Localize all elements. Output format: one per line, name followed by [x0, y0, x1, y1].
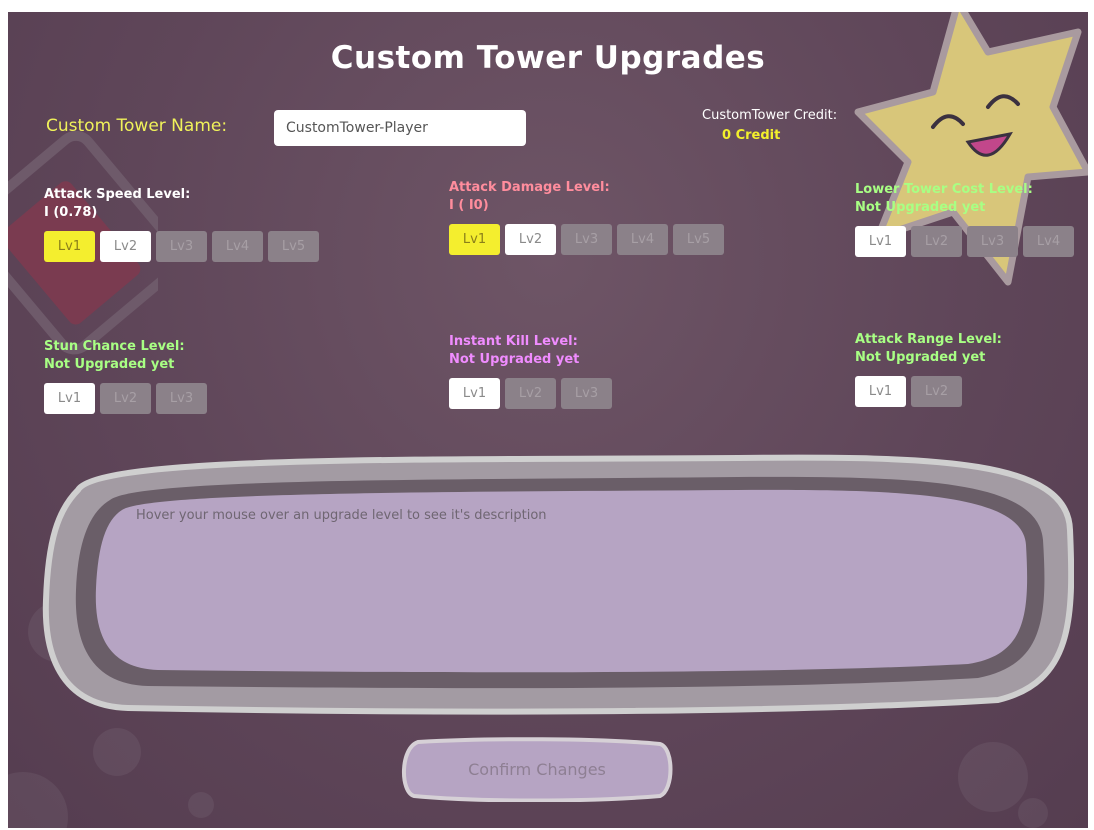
upgrade-title: Attack Damage Level:: [449, 180, 610, 195]
upgrade-value: Not Upgraded yet: [855, 200, 986, 215]
upgrade-value: I (0.78): [44, 205, 98, 220]
bubble-decoration: [8, 772, 68, 828]
upgrade-screen: Custom Tower Upgrades Custom Tower Name:…: [8, 12, 1088, 828]
upgrade-value: Not Upgraded yet: [449, 352, 580, 367]
level-buttons: Lv1 Lv2 Lv3 Lv4 Lv5: [449, 224, 724, 255]
upgrade-attack-damage: Attack Damage Level: I ( I0) Lv1 Lv2 Lv3 Lv…: [449, 180, 724, 255]
bubble-decoration: [1018, 798, 1048, 828]
level-button-2[interactable]: Lv2: [911, 226, 962, 257]
level-buttons: Lv1 Lv2 Lv3: [449, 378, 612, 409]
level-button-1[interactable]: Lv1: [855, 376, 906, 407]
bubble-decoration: [93, 728, 141, 776]
tower-name-label: Custom Tower Name:: [46, 116, 228, 136]
upgrade-attack-speed: Attack Speed Level: I (0.78) Lv1 Lv2 Lv3 Lv…: [44, 187, 319, 262]
level-button-3[interactable]: Lv3: [156, 231, 207, 262]
level-button-1[interactable]: Lv1: [44, 383, 95, 414]
page-title: Custom Tower Upgrades: [330, 40, 766, 76]
level-button-5[interactable]: Lv5: [268, 231, 319, 262]
description-panel: [42, 454, 1074, 715]
upgrade-lower-tower-cost: Lower Tower Cost Level: Not Upgraded yet…: [855, 182, 1074, 257]
level-button-3[interactable]: Lv3: [156, 383, 207, 414]
upgrade-value: Not Upgraded yet: [44, 357, 175, 372]
level-button-4[interactable]: Lv4: [617, 224, 668, 255]
bubble-decoration: [188, 792, 214, 818]
level-buttons: Lv1 Lv2 Lv3 Lv4 Lv5: [44, 231, 319, 262]
upgrade-stun-chance: Stun Chance Level: Not Upgraded yet Lv1 L…: [44, 339, 207, 414]
level-button-1[interactable]: Lv1: [449, 224, 500, 255]
level-buttons: Lv1 Lv2: [855, 376, 1002, 407]
level-button-3[interactable]: Lv3: [561, 378, 612, 409]
tower-name-input[interactable]: [274, 110, 526, 146]
level-button-1[interactable]: Lv1: [855, 226, 906, 257]
level-button-2[interactable]: Lv2: [505, 224, 556, 255]
upgrade-title: Attack Range Level:: [855, 332, 1002, 347]
credit-label: CustomTower Credit:: [702, 108, 838, 123]
level-button-3[interactable]: Lv3: [967, 226, 1018, 257]
level-button-2[interactable]: Lv2: [100, 383, 151, 414]
confirm-changes-button[interactable]: [398, 736, 676, 802]
level-button-2[interactable]: Lv2: [911, 376, 962, 407]
upgrade-title: Instant Kill Level:: [449, 334, 578, 349]
level-button-2[interactable]: Lv2: [100, 231, 151, 262]
level-button-3[interactable]: Lv3: [561, 224, 612, 255]
level-button-1[interactable]: Lv1: [449, 378, 500, 409]
upgrade-instant-kill: Instant Kill Level: Not Upgraded yet Lv1…: [449, 334, 612, 409]
level-button-4[interactable]: Lv4: [212, 231, 263, 262]
upgrade-value: Not Upgraded yet: [855, 350, 986, 365]
bubble-decoration: [958, 742, 1028, 812]
upgrade-title: Lower Tower Cost Level:: [855, 182, 1033, 197]
level-buttons: Lv1 Lv2 Lv3 Lv4: [855, 226, 1074, 257]
credit-value: 0 Credit: [722, 128, 781, 143]
upgrade-title: Stun Chance Level:: [44, 339, 185, 354]
upgrade-attack-range: Attack Range Level: Not Upgraded yet Lv1…: [855, 332, 1002, 407]
description-text: Hover your mouse over an upgrade level t…: [136, 508, 547, 523]
level-button-4[interactable]: Lv4: [1023, 226, 1074, 257]
level-button-2[interactable]: Lv2: [505, 378, 556, 409]
upgrade-value: I ( I0): [449, 198, 489, 213]
level-button-5[interactable]: Lv5: [673, 224, 724, 255]
level-buttons: Lv1 Lv2 Lv3: [44, 383, 207, 414]
level-button-1[interactable]: Lv1: [44, 231, 95, 262]
upgrade-title: Attack Speed Level:: [44, 187, 191, 202]
